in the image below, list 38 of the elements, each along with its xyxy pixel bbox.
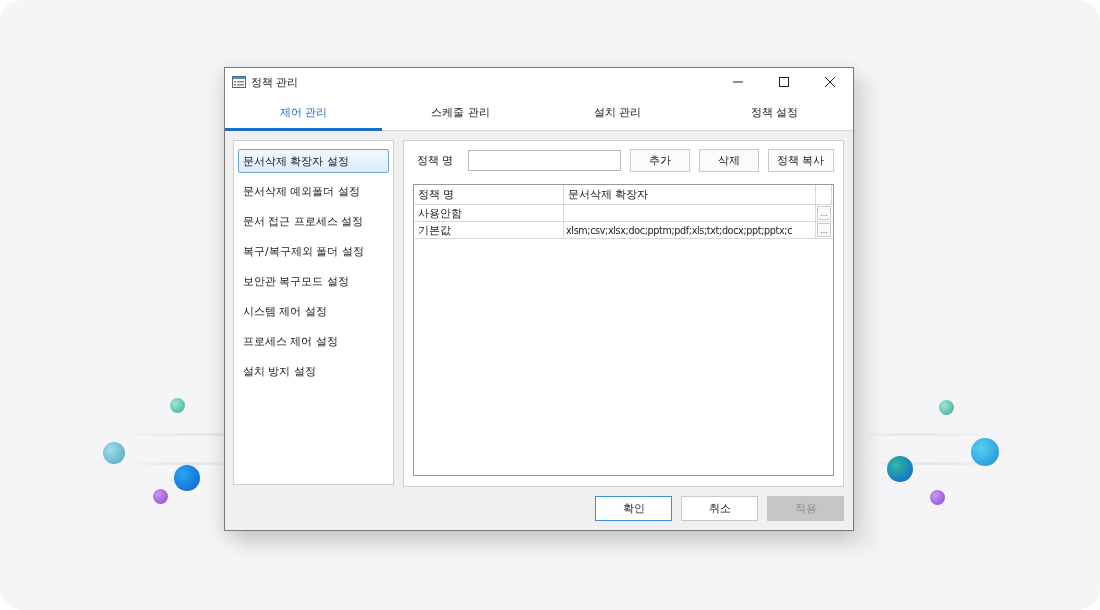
column-header: 문서삭제 확장자	[564, 185, 816, 204]
tab[interactable]: 설치 관리	[539, 96, 696, 131]
browse-button[interactable]: ...	[817, 206, 831, 220]
settings-list-item[interactable]: 시스템 제어 설정	[238, 299, 389, 323]
settings-list-item[interactable]: 프로세스 제어 설정	[238, 329, 389, 353]
decor-dot	[971, 438, 999, 466]
table-cell: 기본값	[414, 222, 564, 238]
tab[interactable]: 정책 설정	[696, 96, 853, 131]
column-header: 정책 명	[414, 185, 564, 204]
close-icon	[824, 76, 836, 88]
settings-list-item[interactable]: 문서 접근 프로세스 설정	[238, 209, 389, 233]
window-list-icon	[232, 76, 246, 88]
browse-button[interactable]: ...	[817, 223, 831, 237]
table-cell: 사용안함	[414, 205, 564, 221]
window-title: 정책 관리	[251, 74, 300, 90]
decor-dot	[153, 489, 168, 504]
cancel-button[interactable]: 취소	[681, 496, 758, 521]
decor-dot	[174, 465, 200, 491]
settings-list-item[interactable]: 복구/복구제외 폴더 설정	[238, 239, 389, 263]
settings-list-item[interactable]: 설치 방지 설정	[238, 359, 389, 383]
settings-list-item[interactable]: 문서삭제 확장자 설정	[238, 149, 389, 173]
copy-policy-button[interactable]: 정책 복사	[768, 149, 834, 172]
policy-name-field[interactable]	[468, 150, 621, 171]
decor-dot	[930, 490, 945, 505]
settings-list-item[interactable]: 보안관 복구모드 설정	[238, 269, 389, 293]
decor-dot	[170, 398, 185, 413]
decor-dot	[887, 456, 913, 482]
add-button[interactable]: 추가	[630, 149, 690, 172]
maximize-icon	[778, 76, 790, 88]
decor-dot	[103, 442, 125, 464]
tab[interactable]: 스케줄 관리	[382, 96, 539, 131]
tab[interactable]: 제어 관리	[225, 96, 382, 131]
delete-button[interactable]: 삭제	[699, 149, 759, 172]
settings-list-item[interactable]: 문서삭제 예외폴더 설정	[238, 179, 389, 203]
confirm-button[interactable]: 확인	[595, 496, 672, 521]
decor-dot	[939, 400, 954, 415]
policy-name-label: 정책 명	[416, 153, 455, 168]
table-cell: xlsm;csv;xlsx;doc;pptm;pdf;xls;txt;docx;ppt;pptx;c	[564, 222, 816, 238]
